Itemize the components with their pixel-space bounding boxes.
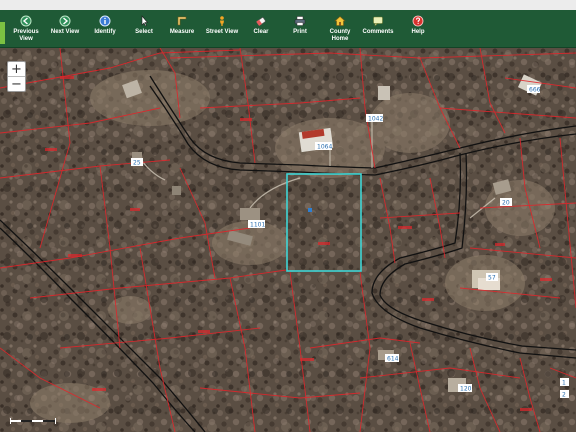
select-label: Select bbox=[135, 29, 153, 35]
help-icon bbox=[412, 15, 424, 27]
previous-view-icon bbox=[20, 15, 32, 27]
zoom-in-button[interactable]: + bbox=[8, 62, 25, 77]
address-label-1064: 1064 bbox=[315, 142, 332, 151]
identify-icon bbox=[99, 15, 111, 27]
next-view-button[interactable]: Next View bbox=[46, 10, 84, 47]
county-home-label: County Home bbox=[329, 29, 351, 42]
help-button[interactable]: Help bbox=[405, 10, 431, 47]
measure-label: Measure bbox=[169, 29, 195, 35]
comments-icon bbox=[372, 15, 384, 27]
address-label-57: 57 bbox=[486, 273, 498, 282]
address-label-text: 1101 bbox=[250, 222, 265, 229]
toolbar-left-tab bbox=[0, 22, 5, 44]
map-canvas: 25 1101 1064 1042 666 20 57 614 120 1 2 bbox=[0, 48, 576, 432]
identify-button[interactable]: Identify bbox=[89, 10, 121, 47]
address-label-text: 614 bbox=[387, 356, 399, 363]
home-icon bbox=[334, 15, 346, 27]
measure-button[interactable]: Measure bbox=[167, 10, 197, 47]
street-view-label: Street View bbox=[205, 29, 239, 35]
address-label-text: 1042 bbox=[368, 116, 383, 123]
help-label: Help bbox=[411, 29, 425, 35]
identify-label: Identify bbox=[94, 29, 116, 35]
scale-bar bbox=[10, 409, 56, 428]
street-view-button[interactable]: Street View bbox=[203, 10, 241, 47]
address-label-25: 25 bbox=[131, 158, 143, 167]
clear-icon bbox=[255, 15, 267, 27]
address-label-2: 2 bbox=[560, 390, 569, 399]
county-home-button[interactable]: County Home bbox=[324, 10, 356, 47]
address-label-1101: 1101 bbox=[248, 220, 265, 229]
select-button[interactable]: Select bbox=[129, 10, 159, 47]
address-label-614: 614 bbox=[385, 354, 399, 363]
clear-label: Clear bbox=[253, 29, 269, 35]
address-label-text: 57 bbox=[488, 275, 496, 282]
aerial-parcel-map[interactable]: 25 1101 1064 1042 666 20 57 614 120 1 2 bbox=[0, 48, 576, 432]
comments-label: Comments bbox=[362, 29, 394, 35]
print-button[interactable]: Print bbox=[287, 10, 313, 47]
clear-button[interactable]: Clear bbox=[247, 10, 275, 47]
address-label-666: 666 bbox=[527, 85, 541, 94]
aerial-imagery-texture bbox=[0, 48, 576, 432]
address-label-1: 1 bbox=[560, 378, 569, 387]
select-pointer-icon bbox=[138, 15, 150, 27]
address-label-1042: 1042 bbox=[366, 114, 383, 123]
address-label-120: 120 bbox=[458, 384, 472, 393]
next-view-label: Next View bbox=[50, 29, 80, 35]
address-label-text: 2 bbox=[562, 392, 566, 399]
map-toolbar: Previous View Next View Identify Select … bbox=[0, 10, 576, 48]
print-label: Print bbox=[293, 29, 307, 35]
zoom-control: + − bbox=[7, 61, 26, 92]
print-icon bbox=[294, 15, 306, 27]
address-label-text: 1 bbox=[562, 380, 566, 387]
parcel-marker bbox=[308, 208, 312, 212]
address-label-text: 25 bbox=[133, 160, 141, 167]
measure-icon bbox=[176, 15, 188, 27]
address-label-text: 120 bbox=[460, 386, 472, 393]
browser-top-strip bbox=[0, 0, 576, 10]
address-label-text: 20 bbox=[502, 200, 510, 207]
address-label-20: 20 bbox=[500, 198, 512, 207]
next-view-icon bbox=[59, 15, 71, 27]
street-view-icon bbox=[216, 15, 228, 27]
previous-view-label: Previous View bbox=[13, 29, 39, 42]
zoom-out-button[interactable]: − bbox=[8, 77, 25, 92]
address-label-text: 1064 bbox=[317, 144, 332, 151]
address-label-text: 666 bbox=[529, 87, 541, 94]
comments-button[interactable]: Comments bbox=[361, 10, 395, 47]
previous-view-button[interactable]: Previous View bbox=[9, 10, 43, 47]
